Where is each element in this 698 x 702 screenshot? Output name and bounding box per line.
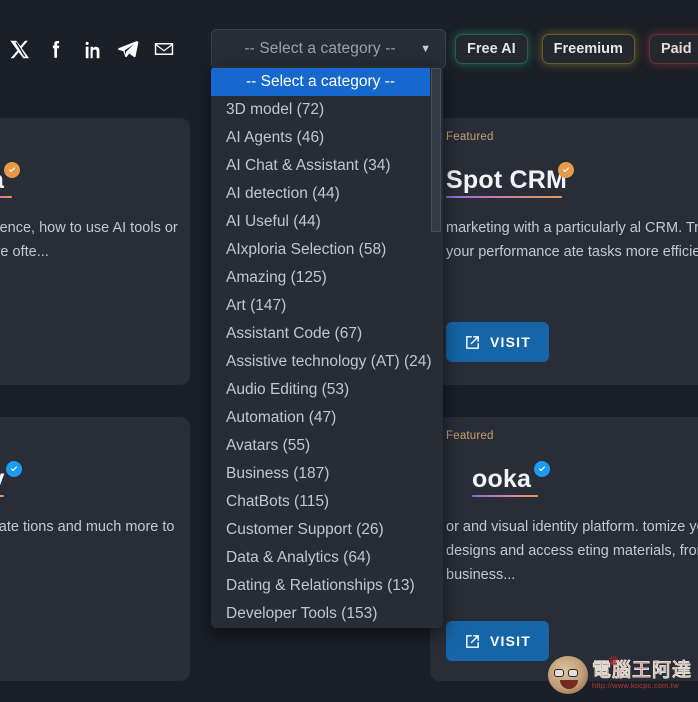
tool-card[interactable]: opify ommerce. Generate tions and much m…	[0, 417, 190, 681]
watermark-url: http://www.kocpc.com.tw	[591, 680, 679, 690]
featured-label: Featured	[446, 131, 494, 143]
title-underline	[0, 196, 12, 198]
card-title: ooka	[472, 465, 532, 493]
watermark-name: 電腦王阿達	[591, 658, 692, 681]
facebook-icon[interactable]	[44, 36, 68, 62]
card-title-wrap: Spot CRM	[446, 162, 574, 195]
dropdown-option-selected[interactable]: -- Select a category --	[211, 68, 430, 96]
card-title-wrap: ooka	[472, 461, 550, 494]
page-root: -- Select a category -- ▼ Free AI Freemi…	[0, 0, 698, 702]
featured-label: Featured	[446, 430, 494, 442]
verified-badge-icon	[4, 162, 20, 178]
watermark-text: 電腦王阿達 http://www.kocpc.com.tw	[591, 658, 692, 690]
visit-button[interactable]: VISIT	[446, 322, 550, 362]
card-title-wrap: a	[0, 162, 20, 195]
dropdown-option[interactable]: Customer Support (26)	[211, 516, 443, 544]
dropdown-option[interactable]: AIxploria Selection (58)	[211, 236, 443, 264]
card-description: ommerce. Generate tions and much more to…	[0, 519, 175, 535]
visit-button[interactable]: VISIT	[446, 621, 550, 661]
filter-paid-button[interactable]: Paid	[648, 34, 698, 64]
crown-icon: ♛	[607, 654, 619, 668]
dropdown-option[interactable]: Amazing (125)	[211, 264, 443, 292]
chevron-down-icon: ▼	[420, 42, 431, 55]
dropdown-option[interactable]: AI Useful (44)	[211, 208, 443, 236]
category-select-value: -- Select a category --	[244, 40, 396, 57]
card-title-wrap: opify	[0, 461, 22, 494]
dropdown-option[interactable]: Audio Editing (53)	[211, 376, 443, 404]
verified-badge-icon	[558, 162, 574, 178]
watermark: 電腦王阿達 http://www.kocpc.com.tw ♛	[547, 654, 692, 694]
dropdown-option[interactable]: Business (187)	[211, 460, 443, 488]
dropdown-option[interactable]: Automation (47)	[211, 404, 443, 432]
visit-button-label: VISIT	[490, 633, 532, 649]
dropdown-option[interactable]: Avatars (55)	[211, 432, 443, 460]
title-underline	[472, 495, 538, 497]
verified-badge-icon	[534, 461, 550, 477]
dropdown-option[interactable]: Developer Tools (153)	[211, 600, 443, 628]
x-twitter-icon[interactable]	[8, 36, 32, 62]
dropdown-option[interactable]: Assistant Code (67)	[211, 320, 443, 348]
card-title: opify	[0, 465, 5, 494]
category-dropdown-list[interactable]: -- Select a category -- 3D model (72) AI A…	[211, 66, 443, 628]
tool-card[interactable]: a in artificial intelligence, how to use…	[0, 118, 190, 385]
filter-free-ai-button[interactable]: Free AI	[455, 34, 528, 64]
category-dropdown-options: -- Select a category -- 3D model (72) AI A…	[211, 66, 443, 628]
tool-card[interactable]: Featured Spot CRM marketing with a parti…	[430, 118, 698, 385]
telegram-icon[interactable]	[116, 36, 140, 62]
filter-freemium-button[interactable]: Freemium	[541, 34, 635, 64]
social-links	[8, 36, 176, 62]
title-underline	[446, 196, 562, 198]
dropdown-option[interactable]: Dating & Relationships (13)	[211, 572, 443, 600]
card-title: Spot CRM	[446, 166, 568, 194]
category-select[interactable]: -- Select a category -- ▼	[211, 29, 446, 69]
verified-badge-icon	[6, 461, 22, 477]
external-link-icon	[466, 634, 479, 648]
filter-pills: Free AI Freemium Paid	[455, 34, 698, 64]
dropdown-option[interactable]: 3D model (72)	[211, 96, 443, 124]
email-icon[interactable]	[152, 36, 176, 62]
dropdown-scrollbar-thumb[interactable]	[431, 68, 441, 232]
title-underline	[0, 495, 4, 497]
dropdown-option[interactable]: AI Chat & Assistant (34)	[211, 152, 443, 180]
dropdown-option[interactable]: Art (147)	[211, 292, 443, 320]
tool-card[interactable]: Featured ooka or and visual identity pla…	[430, 417, 698, 681]
visit-button-label: VISIT	[490, 334, 532, 350]
watermark-face-icon	[547, 656, 588, 694]
card-description: in artificial intelligence, how to use A…	[0, 220, 178, 260]
dropdown-option[interactable]: AI Agents (46)	[211, 124, 443, 152]
dropdown-option[interactable]: AI detection (44)	[211, 180, 443, 208]
external-link-icon	[466, 335, 479, 349]
dropdown-option[interactable]: Data & Analytics (64)	[211, 544, 443, 572]
card-description: or and visual identity platform. tomize …	[446, 519, 698, 583]
dropdown-scrollbar[interactable]	[430, 66, 443, 628]
card-description: marketing with a particularly al CRM. Tr…	[446, 220, 698, 260]
linkedin-icon[interactable]	[80, 36, 104, 62]
dropdown-option[interactable]: Assistive technology (AT) (24)	[211, 348, 443, 376]
dropdown-option[interactable]: ChatBots (115)	[211, 488, 443, 516]
